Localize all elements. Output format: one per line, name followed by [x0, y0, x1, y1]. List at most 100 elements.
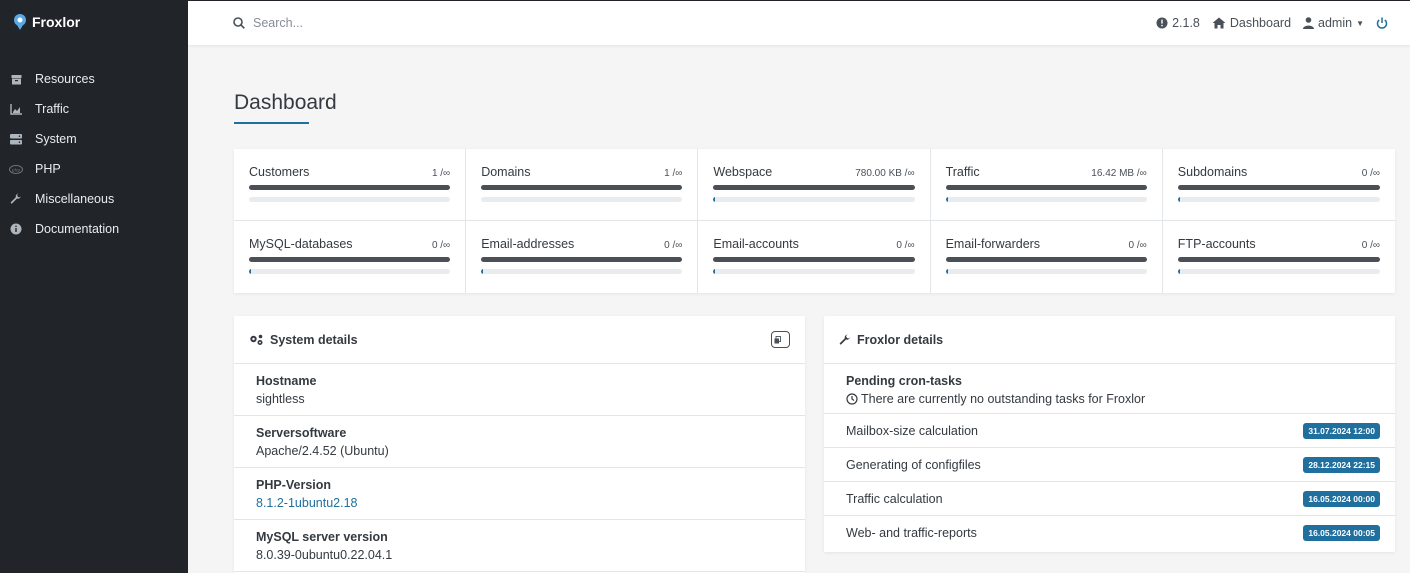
sidebar-item-system[interactable]: System [0, 124, 188, 154]
stat-header: Webspace 780.00 KB /∞ [713, 165, 914, 179]
chart-icon [9, 102, 23, 116]
stat-label: Email-accounts [713, 237, 799, 251]
copy-icon [774, 335, 781, 343]
froxlor-details-header: Froxlor details [824, 316, 1395, 364]
user-menu[interactable]: admin ▼ [1303, 16, 1364, 30]
cron-task-row: Web- and traffic-reports 16.05.2024 00:05 [824, 516, 1395, 550]
stat-usage-bar [945, 269, 1147, 274]
stat-label: Subdomains [1177, 165, 1248, 179]
sidebar-item-label: Miscellaneous [35, 192, 115, 206]
stat-domains: Domains 1 /∞ [466, 149, 699, 221]
stat-usage-bar [481, 197, 683, 202]
stat-usage-bar [713, 197, 915, 202]
sidebar-item-miscellaneous[interactable]: Miscellaneous [0, 184, 188, 214]
info-icon [9, 222, 23, 236]
pending-cron-value: There are currently no outstanding tasks… [861, 392, 1146, 406]
version-link[interactable]: 2.1.8 [1156, 16, 1200, 30]
cron-task-label: Web- and traffic-reports [846, 526, 977, 540]
sidebar-item-resources[interactable]: Resources [0, 64, 188, 94]
stat-header: MySQL-databases 0 /∞ [249, 237, 450, 251]
wrench-icon [839, 334, 850, 345]
stat-value: 0 /∞ [896, 240, 915, 251]
system-detail-row: PHP-Version 8.1.2-1ubuntu2.18 [234, 468, 805, 520]
system-detail-label: Hostname [256, 374, 317, 388]
chevron-down-icon: ▼ [1356, 18, 1364, 28]
stat-value: 0 /∞ [664, 240, 683, 251]
stat-usage-bar [249, 269, 451, 274]
sidebar-item-label: Traffic [35, 102, 70, 116]
stat-label: Email-addresses [481, 237, 575, 251]
stat-header: FTP-accounts 0 /∞ [1178, 237, 1380, 251]
sidebar-item-php[interactable]: php PHP [0, 154, 188, 184]
stat-header: Email-addresses 0 /∞ [481, 237, 682, 251]
copy-button[interactable] [771, 331, 790, 348]
system-detail-value[interactable]: 8.1.2-1ubuntu2.18 [256, 496, 783, 510]
cron-task-badge: 31.07.2024 12:00 [1303, 422, 1380, 439]
stat-value: 16.42 MB /∞ [1091, 168, 1147, 179]
user-label: admin [1318, 16, 1353, 30]
logout-button[interactable] [1376, 17, 1392, 29]
search-input[interactable] [253, 16, 553, 30]
stat-value: 1 /∞ [431, 168, 451, 179]
stat-header: Email-forwarders 0 /∞ [946, 237, 1147, 251]
system-details-list: Hostname sightless Serversoftware Apache/2.… [234, 364, 805, 572]
stat-traffic: Traffic 16.42 MB /∞ [930, 149, 1163, 221]
stat-header: Email-accounts 0 /∞ [713, 237, 914, 251]
stat-header: Subdomains 0 /∞ [1178, 165, 1380, 179]
user-icon [1303, 17, 1315, 29]
stat-total-bar [1177, 185, 1380, 190]
stat-subdomains: Subdomains 0 /∞ [1162, 149, 1395, 221]
cron-task-label: Traffic calculation [846, 491, 943, 506]
stat-usage-fill [713, 269, 716, 274]
title-underline [234, 122, 309, 124]
stat-total-bar [249, 257, 451, 262]
cron-task-label: Mailbox-size calculation [846, 423, 979, 438]
resource-stats: Customers 1 /∞ Domains 1 /∞ Webspace 780.00 K… [234, 149, 1395, 293]
stat-email-forwarders: Email-forwarders 0 /∞ [931, 221, 1163, 293]
system-details-card: System details Hostname sightless Serverso… [234, 316, 805, 573]
stat-usage-bar [249, 197, 451, 202]
system-detail-row: Hostname sightless [234, 364, 805, 416]
sidebar-item-traffic[interactable]: Traffic [0, 94, 188, 124]
cron-task-badge: 16.05.2024 00:00 [1303, 490, 1380, 507]
search-box [233, 16, 733, 30]
stat-value: 1 /∞ [664, 168, 683, 179]
stat-usage-fill [1177, 197, 1180, 202]
stat-value: 0 /∞ [1128, 240, 1147, 251]
stat-usage-bar [1177, 197, 1380, 202]
froxlor-details-title: Froxlor details [857, 332, 944, 347]
system-detail-row: Serversoftware Apache/2.4.52 (Ubuntu) [234, 416, 805, 468]
stat-usage-fill [249, 269, 251, 274]
stat-webspace: Webspace 780.00 KB /∞ [698, 149, 931, 221]
sidebar: Froxlor Resources Traffic System php PHP [0, 0, 188, 573]
resources-icon [9, 72, 23, 86]
brand-name: Froxlor [32, 14, 81, 30]
system-detail-label: MySQL server version [256, 530, 388, 544]
brand[interactable]: Froxlor [0, 0, 188, 44]
stat-label: FTP-accounts [1177, 237, 1256, 251]
froxlor-details-card: Froxlor details Pending cron-tasks There… [824, 316, 1395, 552]
stat-header: Traffic 16.42 MB /∞ [946, 165, 1147, 179]
clock-icon [846, 393, 858, 405]
sidebar-nav: Resources Traffic System php PHP Miscell… [0, 64, 188, 244]
dashboard-label: Dashboard [1229, 16, 1292, 30]
stat-usage-bar [1177, 269, 1380, 274]
system-details-header: System details [234, 316, 805, 364]
pending-cron-tasks: Pending cron-tasks There are currently n… [824, 364, 1395, 414]
system-details-title: System details [270, 332, 358, 347]
sidebar-item-label: Resources [35, 72, 95, 86]
wrench-icon [9, 192, 23, 206]
dashboard-link[interactable]: Dashboard [1212, 16, 1291, 30]
sidebar-item-documentation[interactable]: Documentation [0, 214, 188, 244]
stat-label: Traffic [945, 165, 980, 179]
stat-usage-fill [481, 269, 484, 274]
stat-usage-bar [713, 269, 915, 274]
system-detail-row: MySQL server version 8.0.39-0ubuntu0.22.0… [234, 520, 805, 572]
stat-ftp-accounts: FTP-accounts 0 /∞ [1163, 221, 1395, 293]
svg-text:php: php [12, 167, 21, 173]
stat-usage-fill [1177, 269, 1180, 274]
cron-task-row: Traffic calculation 16.05.2024 00:00 [824, 482, 1395, 516]
cron-task-badge: 16.05.2024 00:05 [1303, 525, 1380, 541]
server-icon [9, 132, 23, 146]
stat-total-bar [713, 257, 915, 262]
